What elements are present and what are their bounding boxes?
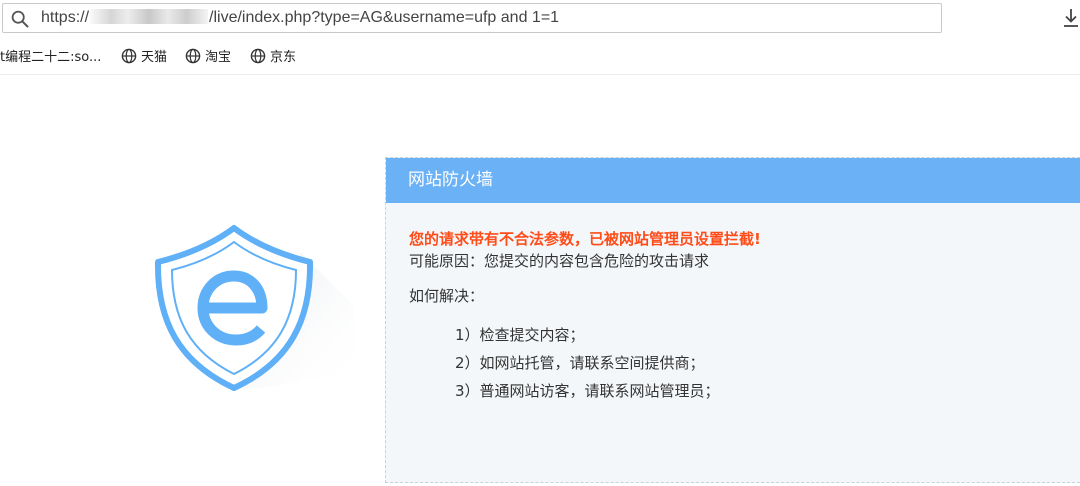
solution-step: 3）普通网站访客，请联系网站管理员； bbox=[455, 382, 720, 400]
bookmark-item[interactable]: 京东 bbox=[250, 48, 296, 68]
possible-reason: 可能原因：您提交的内容包含危险的攻击请求 bbox=[409, 252, 710, 270]
redacted-domain bbox=[90, 9, 209, 24]
toolbar-divider bbox=[0, 74, 1080, 75]
solution-step: 2）如网站托管，请联系空间提供商； bbox=[455, 354, 705, 372]
search-icon bbox=[11, 10, 29, 28]
panel-body: 您的请求带有不合法参数，已被网站管理员设置拦截! 可能原因：您提交的内容包含危险… bbox=[409, 230, 761, 405]
panel-title: 网站防火墙 bbox=[386, 158, 1080, 203]
blocked-warning: 您的请求带有不合法参数，已被网站管理员设置拦截! bbox=[409, 230, 761, 248]
firewall-shield-logo bbox=[154, 225, 355, 391]
bookmark-item[interactable]: t编程二十二:so... bbox=[0, 48, 101, 68]
solution-step: 1）检查提交内容； bbox=[455, 326, 585, 344]
firewall-panel: 网站防火墙 您的请求带有不合法参数，已被网站管理员设置拦截! 可能原因：您提交的… bbox=[385, 157, 1080, 483]
url-text[interactable]: https:// /live/index.php?type=AG&username… bbox=[41, 4, 559, 32]
globe-icon bbox=[185, 48, 201, 64]
address-bar[interactable]: https:// /live/index.php?type=AG&username… bbox=[2, 3, 942, 33]
url-scheme: https:// bbox=[41, 9, 90, 26]
bookmark-label: 淘宝 bbox=[205, 50, 232, 65]
bookmark-item[interactable]: 淘宝 bbox=[185, 48, 231, 68]
bookmarks-bar: t编程二十二:so... 天猫 淘宝 京东 bbox=[0, 43, 1080, 73]
bookmark-label: 天猫 bbox=[141, 50, 168, 65]
bookmark-item[interactable]: 天猫 bbox=[121, 48, 167, 68]
url-path: /live/index.php?type=AG&username=ufp and… bbox=[209, 9, 560, 26]
bookmark-label: 京东 bbox=[270, 50, 297, 65]
how-to-solve-heading: 如何解决： bbox=[409, 287, 485, 305]
download-icon[interactable] bbox=[1062, 8, 1080, 28]
globe-icon bbox=[250, 48, 266, 64]
globe-icon bbox=[121, 48, 137, 64]
bookmark-label: t编程二十二:so... bbox=[0, 50, 102, 65]
browser-toolbar: https:// /live/index.php?type=AG&username… bbox=[0, 0, 1080, 40]
solution-steps: 1）检查提交内容； 2）如网站托管，请联系空间提供商； 3）普通网站访客，请联系… bbox=[409, 321, 761, 405]
